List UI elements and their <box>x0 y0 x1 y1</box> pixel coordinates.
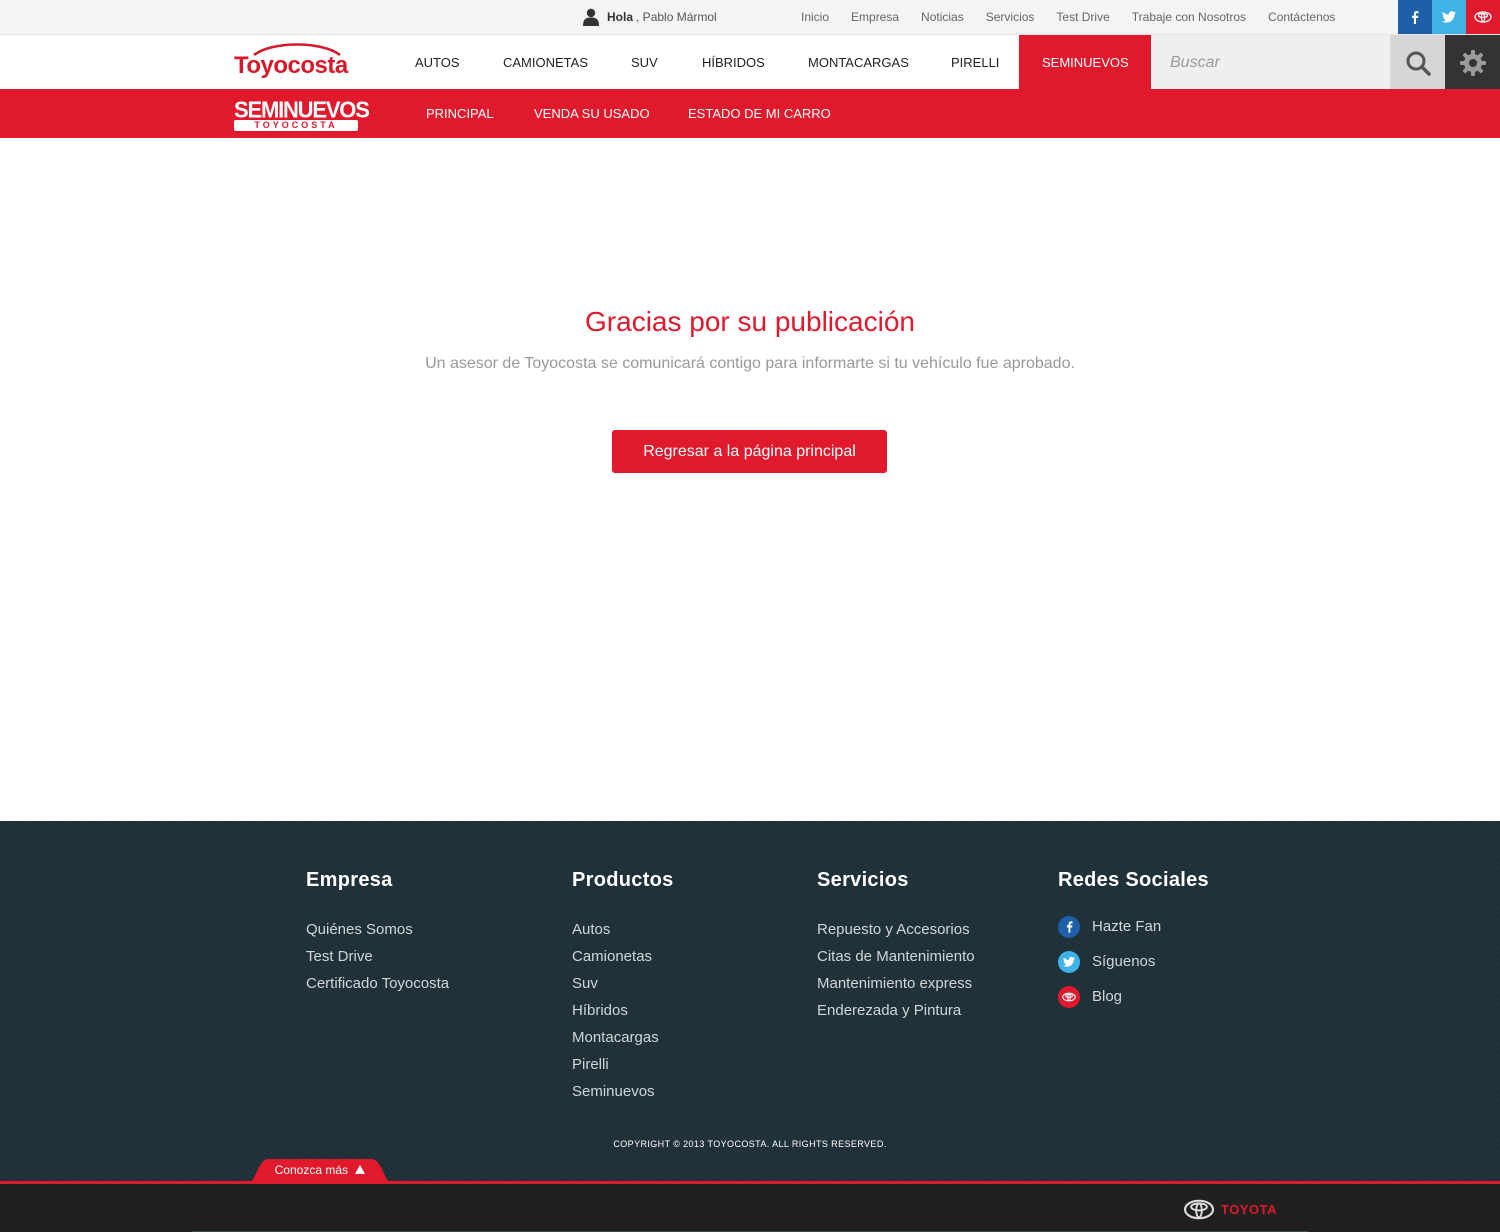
footer-link[interactable]: Autos <box>572 916 674 943</box>
seminuevos-logo-subtext: TOYOCOSTA <box>234 120 358 131</box>
toplink-trabaje[interactable]: Trabaje con Nosotros <box>1132 10 1246 24</box>
footer-col-productos: Productos Autos Camionetas Suv Híbridos … <box>572 869 674 1105</box>
footer-link[interactable]: Enderezada y Pintura <box>817 997 975 1024</box>
footer-social-facebook[interactable]: Hazte Fan <box>1058 916 1209 938</box>
toplink-servicios[interactable]: Servicios <box>986 10 1035 24</box>
facebook-icon <box>1412 10 1419 24</box>
toyota-logo-icon <box>1474 11 1492 23</box>
footer-link[interactable]: Seminuevos <box>572 1078 674 1105</box>
footer-social-blog[interactable]: Blog <box>1058 986 1209 1008</box>
confirmation-message: Un asesor de Toyocosta se comunicará con… <box>425 355 1075 372</box>
footer-link[interactable]: Pirelli <box>572 1051 674 1078</box>
nav-hibridos[interactable]: HÍBRIDOS <box>702 35 765 90</box>
footer-col-redes: Redes Sociales Hazte Fan Síguenos Blog <box>1058 869 1209 1021</box>
footer-heading-empresa: Empresa <box>306 869 393 891</box>
nav-suv[interactable]: SUV <box>631 35 658 90</box>
subnav-principal[interactable]: PRINCIPAL <box>426 89 494 138</box>
footer-heading-redes: Redes Sociales <box>1058 869 1209 891</box>
top-links: Inicio Empresa Noticias Servicios Test D… <box>790 0 1346 34</box>
greeting-username: , Pablo Mármol <box>636 10 717 24</box>
footer-col-servicios: Servicios Repuesto y Accesorios Citas de… <box>817 869 975 1024</box>
gear-icon <box>1459 49 1486 76</box>
top-utility-bar: Hola , Pablo Mármol Inicio Empresa Notic… <box>0 0 1500 34</box>
toyota-brand[interactable]: TOYOTA <box>1183 1198 1277 1220</box>
footer: Empresa Quiénes Somos Test Drive Certifi… <box>0 821 1500 1183</box>
nav-montacargas[interactable]: MONTACARGAS <box>808 35 909 90</box>
twitter-icon <box>1058 951 1080 973</box>
footer-link[interactable]: Mantenimiento express <box>817 970 975 997</box>
footer-link[interactable]: Certificado Toyocosta <box>306 970 449 997</box>
toyota-link[interactable] <box>1466 0 1500 34</box>
facebook-link[interactable] <box>1398 0 1432 34</box>
seminuevos-logo[interactable]: SEMINUEVOS TOYOCOSTA <box>234 96 370 131</box>
subnav-venda-su-usado[interactable]: VENDA SU USADO <box>534 89 650 138</box>
twitter-icon <box>1442 11 1456 23</box>
toyota-emblem-icon <box>1183 1199 1215 1219</box>
toplink-contactenos[interactable]: Contáctenos <box>1268 10 1335 24</box>
subnav-estado-de-mi-carro[interactable]: ESTADO DE MI CARRO <box>688 89 831 138</box>
footer-social-label: Blog <box>1092 988 1123 1005</box>
facebook-icon <box>1058 916 1080 938</box>
footer-link[interactable]: Test Drive <box>306 943 449 970</box>
footer-link[interactable]: Camionetas <box>572 943 674 970</box>
footer-social-label: Síguenos <box>1092 953 1156 970</box>
conozca-mas-tab[interactable]: Conozca más <box>247 1157 393 1183</box>
toplink-noticias[interactable]: Noticias <box>921 10 964 24</box>
copyright-text: COPYRIGHT © 2013 TOYOCOSTA. ALL RIGHTS R… <box>613 1139 887 1149</box>
nav-camionetas[interactable]: CAMIONETAS <box>503 35 588 90</box>
toplink-test-drive[interactable]: Test Drive <box>1056 10 1109 24</box>
footer-link[interactable]: Citas de Mantenimiento <box>817 943 975 970</box>
nav-pirelli[interactable]: PIRELLI <box>951 35 999 90</box>
toyota-logo-icon <box>1058 986 1080 1008</box>
bottom-bar: TOYOTA <box>0 1181 1500 1232</box>
user-icon <box>583 8 599 26</box>
footer-link[interactable]: Repuesto y Accesorios <box>817 916 975 943</box>
footer-social-label: Hazte Fan <box>1092 918 1162 935</box>
footer-heading-productos: Productos <box>572 869 674 891</box>
nav-seminuevos[interactable]: SEMINUEVOS <box>1019 35 1151 90</box>
search-input[interactable] <box>1151 35 1390 90</box>
footer-link[interactable]: Quiénes Somos <box>306 916 449 943</box>
user-greeting[interactable]: Hola , Pablo Mármol <box>583 7 717 27</box>
search-icon <box>1406 51 1431 76</box>
main-navigation: Toyocosta AUTOS CAMIONETAS SUV HÍBRIDOS … <box>0 34 1500 90</box>
nav-autos[interactable]: AUTOS <box>415 35 460 90</box>
back-to-home-button[interactable]: Regresar a la página principal <box>612 430 887 473</box>
conozca-mas-label: Conozca más <box>274 1163 349 1177</box>
settings-button[interactable] <box>1445 35 1500 90</box>
footer-link[interactable]: Híbridos <box>572 997 674 1024</box>
toplink-empresa[interactable]: Empresa <box>851 10 899 24</box>
toplink-inicio[interactable]: Inicio <box>801 10 829 24</box>
footer-social-twitter[interactable]: Síguenos <box>1058 951 1209 973</box>
twitter-link[interactable] <box>1432 0 1466 34</box>
footer-col-empresa: Empresa Quiénes Somos Test Drive Certifi… <box>306 869 449 997</box>
footer-heading-servicios: Servicios <box>817 869 909 891</box>
toyota-wordmark: TOYOTA <box>1221 1201 1277 1217</box>
toyocosta-logo[interactable]: Toyocosta <box>234 52 348 80</box>
search-button[interactable] <box>1390 35 1445 90</box>
arrow-up-icon <box>355 1165 366 1174</box>
search-box <box>1151 35 1390 90</box>
footer-link[interactable]: Montacargas <box>572 1024 674 1051</box>
page-title: Gracias por su publicación <box>585 306 915 337</box>
sub-navigation: SEMINUEVOS TOYOCOSTA PRINCIPAL VENDA SU … <box>0 89 1500 138</box>
footer-link[interactable]: Suv <box>572 970 674 997</box>
greeting-hola: Hola <box>607 10 634 24</box>
